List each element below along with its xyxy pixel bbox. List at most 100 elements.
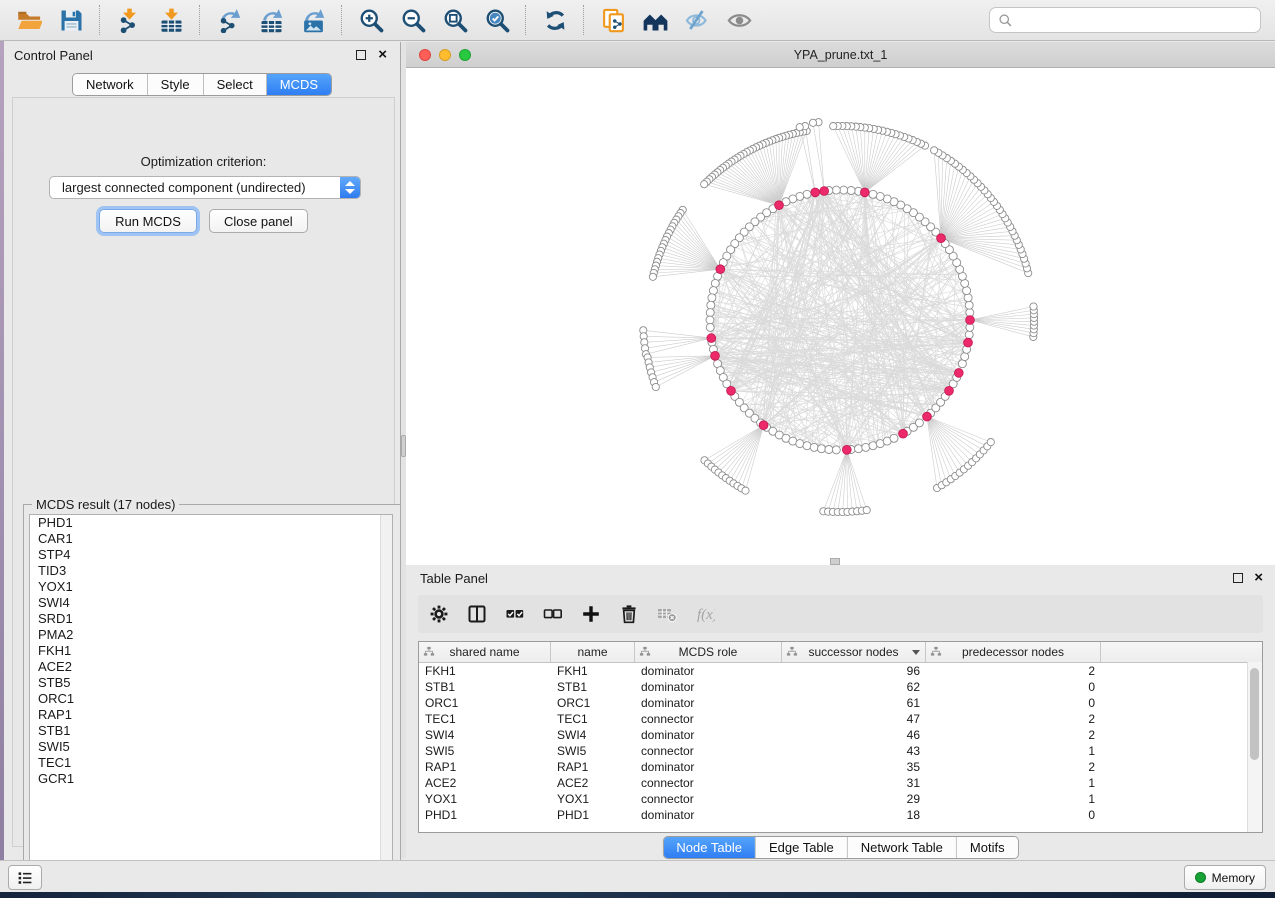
table-cell: 1 — [926, 792, 1101, 806]
zoom-selected-button[interactable] — [476, 3, 518, 37]
table-cell: 18 — [782, 808, 926, 822]
settings-button[interactable] — [424, 599, 454, 629]
save-session-button[interactable] — [50, 3, 92, 37]
table-row[interactable]: FKH1FKH1dominator962 — [419, 663, 1262, 679]
add-row-button[interactable] — [576, 599, 606, 629]
network-column-icon — [423, 646, 435, 658]
delete-row-button[interactable] — [614, 599, 644, 629]
column-header-predecessor-nodes[interactable]: predecessor nodes — [926, 642, 1101, 662]
tab-mcds[interactable]: MCDS — [267, 74, 331, 95]
mcds-node-item[interactable]: PHD1 — [30, 515, 392, 531]
table-scrollbar-thumb[interactable] — [1250, 668, 1259, 760]
mcds-node-item[interactable]: ORC1 — [30, 691, 392, 707]
tab-edge-table[interactable]: Edge Table — [756, 837, 848, 858]
mcds-node-item[interactable]: FKH1 — [30, 643, 392, 659]
table-cell: ACE2 — [419, 776, 551, 790]
export-network-button[interactable] — [208, 3, 250, 37]
zoom-in-button[interactable] — [350, 3, 392, 37]
table-row[interactable]: RAP1RAP1dominator352 — [419, 759, 1262, 775]
zoom-fit-button[interactable] — [434, 3, 476, 37]
memory-button[interactable]: Memory — [1184, 865, 1266, 890]
float-table-panel-icon[interactable] — [1233, 573, 1243, 583]
column-label: successor nodes — [808, 645, 898, 659]
select-all-button[interactable] — [500, 599, 530, 629]
task-history-button[interactable] — [8, 865, 42, 890]
tab-node-table[interactable]: Node Table — [663, 837, 756, 858]
network-canvas[interactable] — [406, 68, 1275, 565]
mcds-node-item[interactable]: YOX1 — [30, 579, 392, 595]
network-graph[interactable] — [406, 68, 1275, 565]
table-cell: 0 — [926, 808, 1101, 822]
mcds-node-item[interactable]: STP4 — [30, 547, 392, 563]
table-row[interactable]: ORC1ORC1dominator610 — [419, 695, 1262, 711]
add-row-icon — [581, 604, 601, 624]
mcds-node-item[interactable]: SWI5 — [30, 739, 392, 755]
search-input[interactable] — [1013, 10, 1260, 30]
table-panel: Table Panel × f(x) shared namenameMCDS r… — [406, 565, 1275, 860]
table-row[interactable]: YOX1YOX1connector291 — [419, 791, 1262, 807]
tab-style[interactable]: Style — [148, 74, 204, 95]
table-row[interactable]: PHD1PHD1dominator180 — [419, 807, 1262, 823]
refresh-view-button[interactable] — [534, 3, 576, 37]
first-neighbors-icon — [643, 8, 668, 33]
tab-network[interactable]: Network — [73, 74, 148, 95]
table-row[interactable]: SWI4SWI4dominator462 — [419, 727, 1262, 743]
float-panel-icon[interactable] — [356, 50, 366, 60]
mcds-node-item[interactable]: RAP1 — [30, 707, 392, 723]
table-row[interactable]: SWI5SWI5connector431 — [419, 743, 1262, 759]
svg-text:f(x): f(x) — [697, 607, 715, 623]
close-panel-icon[interactable]: × — [378, 46, 387, 64]
mcds-node-item[interactable]: STB5 — [30, 675, 392, 691]
optimization-criterion-select[interactable]: largest connected component (undirected) — [49, 176, 361, 199]
export-network-icon — [217, 8, 242, 33]
canvas-splitter-grip[interactable] — [830, 558, 840, 565]
import-network-button[interactable] — [108, 3, 150, 37]
tab-network-table[interactable]: Network Table — [848, 837, 957, 858]
mcds-node-item[interactable]: PMA2 — [30, 627, 392, 643]
table-toolbar: f(x) — [418, 595, 1263, 633]
table-row[interactable]: ACE2ACE2connector311 — [419, 775, 1262, 791]
mcds-node-item[interactable]: GCR1 — [30, 771, 392, 787]
mcds-node-item[interactable]: STB1 — [30, 723, 392, 739]
close-table-panel-icon[interactable]: × — [1254, 569, 1263, 587]
show-all-icon — [727, 8, 752, 33]
import-table-button[interactable] — [150, 3, 192, 37]
mcds-node-item[interactable]: TEC1 — [30, 755, 392, 771]
table-scrollbar[interactable] — [1247, 662, 1262, 832]
show-all-button[interactable] — [718, 3, 760, 37]
mcds-list-scrollbar[interactable] — [380, 515, 392, 869]
first-neighbors-button[interactable] — [634, 3, 676, 37]
tab-select[interactable]: Select — [204, 74, 267, 95]
mcds-node-item[interactable]: SWI4 — [30, 595, 392, 611]
mcds-result-list[interactable]: PHD1CAR1STP4TID3YOX1SWI4SRD1PMA2FKH1ACE2… — [29, 514, 393, 870]
column-header-name[interactable]: name — [551, 642, 635, 662]
search-field[interactable] — [989, 7, 1261, 33]
clone-network-button[interactable] — [592, 3, 634, 37]
close-panel-button[interactable]: Close panel — [209, 209, 308, 233]
table-cell: 2 — [926, 728, 1101, 742]
column-header-MCDS-role[interactable]: MCDS role — [635, 642, 782, 662]
zoom-out-button[interactable] — [392, 3, 434, 37]
show-columns-button[interactable] — [462, 599, 492, 629]
tab-motifs[interactable]: Motifs — [957, 837, 1018, 858]
export-table-button[interactable] — [250, 3, 292, 37]
column-header-shared-name[interactable]: shared name — [419, 642, 551, 662]
run-mcds-button[interactable]: Run MCDS — [99, 209, 197, 233]
mcds-node-item[interactable]: ACE2 — [30, 659, 392, 675]
export-image-icon — [301, 8, 326, 33]
table-cell: 1 — [926, 744, 1101, 758]
deselect-all-button[interactable] — [538, 599, 568, 629]
column-header-successor-nodes[interactable]: successor nodes — [782, 642, 926, 662]
open-file-button[interactable] — [8, 3, 50, 37]
hide-selected-button[interactable] — [676, 3, 718, 37]
mcds-node-item[interactable]: CAR1 — [30, 531, 392, 547]
table-cell: 47 — [782, 712, 926, 726]
mcds-node-item[interactable]: SRD1 — [30, 611, 392, 627]
column-header-filler — [1101, 642, 1262, 662]
table-row[interactable]: STB1STB1dominator620 — [419, 679, 1262, 695]
network-window-title: YPA_prune.txt_1 — [406, 48, 1275, 62]
mcds-node-item[interactable]: TID3 — [30, 563, 392, 579]
table-row[interactable]: TEC1TEC1connector472 — [419, 711, 1262, 727]
network-window-titlebar[interactable]: YPA_prune.txt_1 — [406, 42, 1275, 68]
export-image-button[interactable] — [292, 3, 334, 37]
